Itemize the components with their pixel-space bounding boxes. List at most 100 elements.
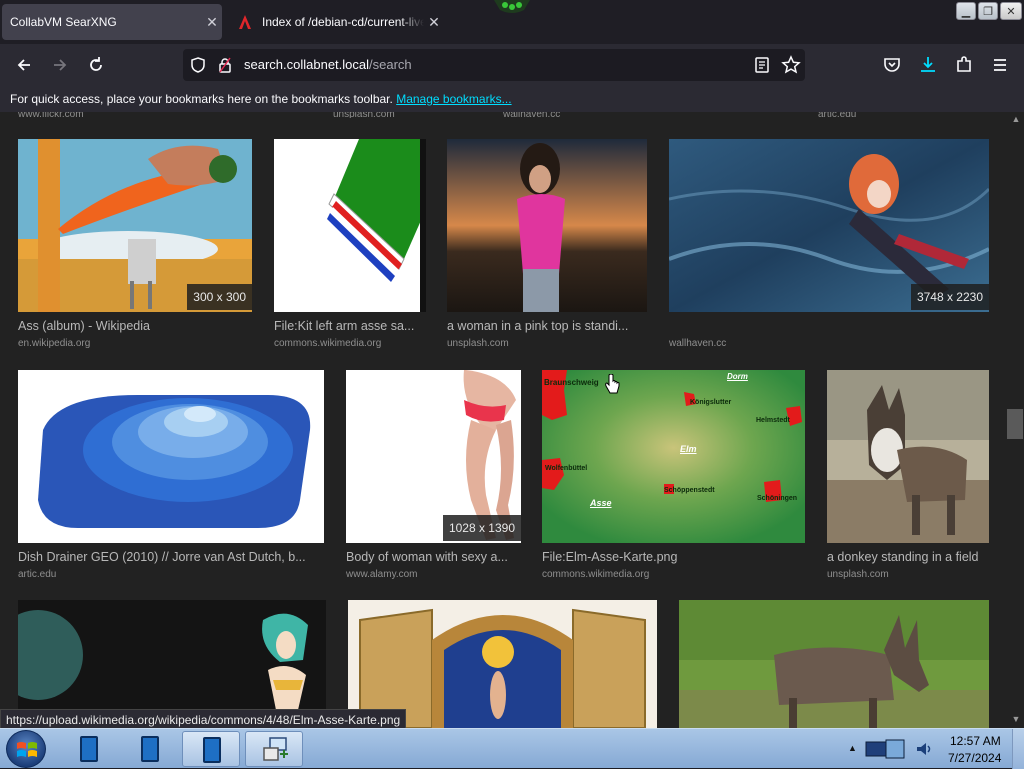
url-text[interactable]: search.collabnet.local/search: [244, 57, 412, 72]
map-label: Königslutter: [690, 399, 732, 406]
scroll-down-icon[interactable]: ▼: [1010, 714, 1022, 726]
bookmarks-toolbar: For quick access, place your bookmarks h…: [0, 86, 1024, 112]
minimize-button[interactable]: ▁: [956, 2, 976, 20]
reader-view-icon[interactable]: [753, 56, 771, 74]
manage-bookmarks-link[interactable]: Manage bookmarks...: [396, 92, 511, 106]
result-thumbnail[interactable]: [542, 370, 805, 543]
bookmarks-hint-text: For quick access, place your bookmarks h…: [10, 92, 393, 106]
result-domain: artic.edu: [18, 569, 57, 580]
download-icon[interactable]: [918, 55, 938, 75]
result-thumbnail[interactable]: [274, 139, 426, 312]
extensions-icon[interactable]: [954, 55, 974, 75]
result-thumbnail[interactable]: [827, 370, 989, 543]
start-button[interactable]: [6, 730, 46, 768]
result-thumbnail[interactable]: [447, 139, 647, 312]
navigation-toolbar: search.collabnet.local/search: [0, 44, 1024, 86]
result-domain: unsplash.com: [447, 338, 509, 349]
result-domain: www.flickr.com: [18, 112, 84, 118]
taskbar-app-button[interactable]: [60, 731, 118, 767]
show-hidden-icons-icon[interactable]: ▲: [848, 743, 857, 753]
link-status-url: https://upload.wikimedia.org/wikipedia/c…: [0, 709, 407, 729]
image-result[interactable]: Braunschweig Dorm Königslutter Helmstedt…: [542, 370, 805, 590]
result-title[interactable]: Dish Drainer GEO (2010) // Jorre van Ast…: [18, 550, 324, 564]
scrollbar-thumb[interactable]: [1007, 409, 1023, 439]
image-result[interactable]: a donkey standing in a field unsplash.co…: [827, 370, 989, 590]
image-result[interactable]: 3748 x 2230 wallhaven.cc: [669, 139, 989, 359]
tab-title: Index of /debian-cd/current-live: [262, 15, 424, 29]
pocket-icon[interactable]: [882, 55, 902, 75]
window-controls: ▁ ❐ ✕: [956, 2, 1022, 20]
image-result[interactable]: File:Kit left arm asse sa... commons.wik…: [274, 139, 426, 359]
speaker-icon[interactable]: [914, 739, 934, 759]
image-result[interactable]: [679, 600, 989, 728]
back-arrow-icon[interactable]: [14, 55, 34, 75]
taskbar-app-button[interactable]: [121, 731, 179, 767]
map-label: Braunschweig: [544, 378, 599, 387]
result-title[interactable]: Ass (album) - Wikipedia: [18, 319, 252, 333]
close-window-button[interactable]: ✕: [1000, 2, 1022, 20]
result-title[interactable]: File:Kit left arm asse sa...: [274, 319, 426, 333]
image-result[interactable]: a woman in a pink top is standi... unspl…: [447, 139, 647, 359]
result-title[interactable]: a donkey standing in a field: [827, 550, 989, 564]
result-domain: commons.wikimedia.org: [542, 569, 650, 580]
clock-time[interactable]: 12:57 AM: [950, 734, 1001, 748]
map-label: Schöningen: [757, 495, 798, 502]
url-host: search.collabnet.local: [244, 57, 370, 72]
network-computer-icon: [263, 737, 288, 761]
tab-debian-cd[interactable]: Index of /debian-cd/current-live ✕: [228, 4, 444, 40]
map-label: Wolfenbüttel: [545, 465, 588, 472]
result-domain: unsplash.com: [827, 569, 889, 580]
bookmark-star-icon[interactable]: [781, 55, 801, 75]
map-label: Elm: [680, 444, 697, 454]
app-window-icon: [80, 736, 98, 762]
close-tab-icon[interactable]: ✕: [202, 14, 222, 31]
image-result[interactable]: 1028 x 1390 Body of woman with sexy a...…: [346, 370, 521, 590]
result-domain: unsplash.com: [333, 112, 395, 118]
debian-favicon-icon: [239, 15, 251, 29]
image-result[interactable]: Dish Drainer GEO (2010) // Jorre van Ast…: [18, 370, 324, 590]
result-title[interactable]: Body of woman with sexy a...: [346, 550, 521, 564]
image-dimensions: 3748 x 2230: [910, 284, 989, 310]
image-results-grid: www.flickr.com unsplash.com wallhaven.cc…: [0, 112, 1008, 728]
address-bar[interactable]: search.collabnet.local/search: [183, 49, 805, 81]
reload-icon[interactable]: [86, 55, 106, 75]
network-status-icon[interactable]: [864, 737, 908, 761]
app-window-icon: [203, 737, 221, 763]
hand-cursor-icon: [605, 374, 620, 394]
maximize-button[interactable]: ❐: [978, 2, 998, 20]
result-thumbnail[interactable]: [679, 600, 989, 728]
lock-icon[interactable]: [216, 56, 234, 74]
result-domain: www.alamy.com: [346, 569, 418, 580]
window-notch-decoration: [494, 0, 530, 13]
tab-strip: CollabVM SearXNG ✕ Index of /debian-cd/c…: [0, 0, 1024, 44]
shield-icon[interactable]: [189, 56, 207, 74]
image-dimensions: 1028 x 1390: [442, 515, 521, 541]
result-title[interactable]: a woman in a pink top is standi...: [447, 319, 647, 333]
map-label: Schöppenstedt: [664, 487, 715, 494]
taskbar-app-button[interactable]: [245, 731, 303, 767]
result-domain: en.wikipedia.org: [18, 338, 91, 349]
app-window-icon: [141, 736, 159, 762]
tab-searxng[interactable]: CollabVM SearXNG ✕: [2, 4, 222, 40]
result-domain: wallhaven.cc: [503, 112, 561, 118]
windows-taskbar: ▲ 12:57 AM 7/27/2024: [0, 728, 1024, 769]
map-label: Helmstedt: [756, 417, 790, 424]
map-label: Asse: [590, 498, 612, 508]
result-title[interactable]: File:Elm-Asse-Karte.png: [542, 550, 805, 564]
image-result[interactable]: 300 x 300 Ass (album) - Wikipedia en.wik…: [18, 139, 252, 359]
tab-title: CollabVM SearXNG: [10, 15, 117, 29]
map-label: Dorm: [727, 372, 748, 381]
hamburger-menu-icon[interactable]: [990, 55, 1010, 75]
result-thumbnail[interactable]: [18, 370, 324, 543]
close-tab-icon[interactable]: ✕: [424, 14, 444, 31]
show-desktop-button[interactable]: [1012, 729, 1024, 769]
taskbar-app-button[interactable]: [182, 731, 240, 767]
result-domain: wallhaven.cc: [669, 338, 727, 349]
system-tray: ▲ 12:57 AM 7/27/2024: [844, 729, 1024, 769]
result-domain: artic.edu: [818, 112, 857, 118]
windows-logo-icon: [17, 742, 37, 757]
scroll-up-icon[interactable]: ▲: [1010, 114, 1022, 126]
forward-arrow-icon[interactable]: [50, 55, 70, 75]
image-dimensions: 300 x 300: [187, 284, 252, 310]
clock-date[interactable]: 7/27/2024: [948, 751, 1001, 765]
